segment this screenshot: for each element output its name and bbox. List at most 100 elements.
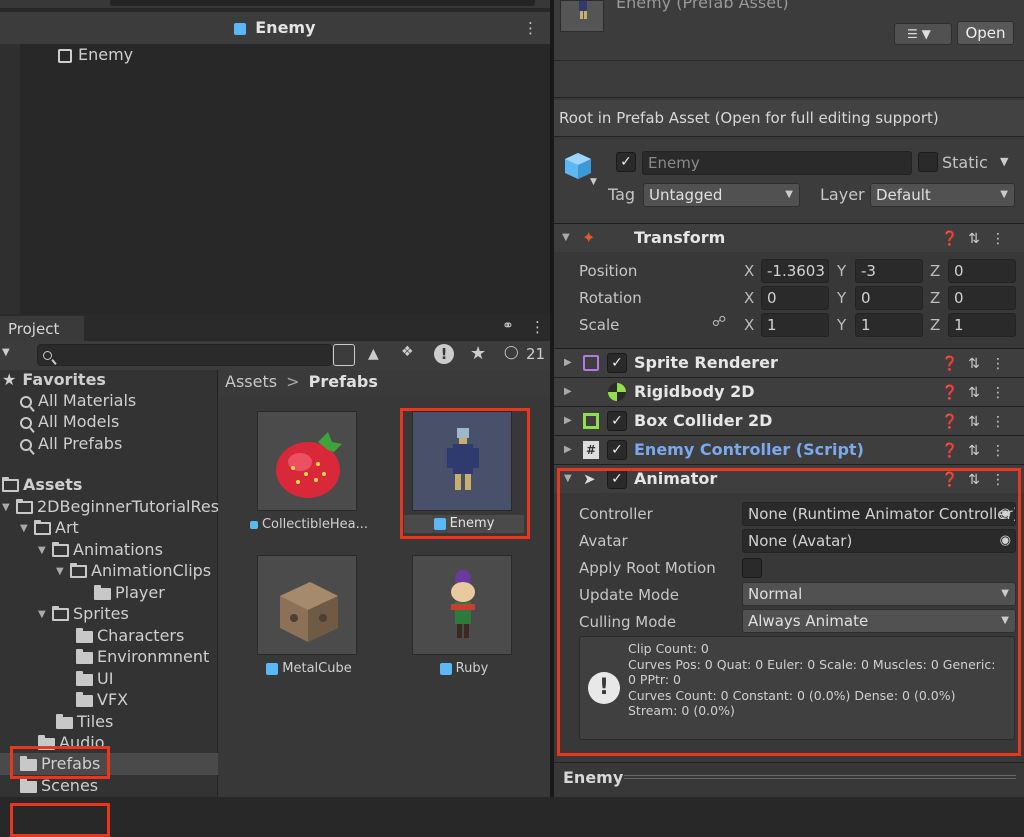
box-collider-header[interactable]: ▶ ✓ Box Collider 2D ❓ ⇅ ⋮ — [554, 406, 1024, 435]
component-menu-icon[interactable]: ⋮ — [986, 466, 1010, 494]
tree-item[interactable]: Characters — [76, 626, 184, 645]
component-menu-icon[interactable]: ⋮ — [986, 408, 1010, 436]
favorite-item[interactable]: All Prefabs — [20, 434, 122, 453]
controller-field[interactable]: None (Runtime Animator Controller) ◉ — [742, 502, 1016, 526]
breadcrumb-current: Prefabs — [308, 372, 378, 391]
object-picker-icon[interactable]: ◉ — [1000, 503, 1011, 525]
scale-z[interactable]: 1 — [948, 313, 1016, 337]
tree-item[interactable]: Player — [94, 583, 165, 602]
position-z[interactable]: 0 — [948, 259, 1016, 283]
name-field[interactable]: Enemy — [642, 151, 912, 175]
tree-item[interactable]: ▼2DBeginnerTutorialResources — [2, 497, 218, 516]
tree-item[interactable]: ▼ AnimationClips — [56, 561, 211, 580]
box-collider-checkbox[interactable]: ✓ — [607, 411, 627, 431]
asset-item[interactable]: MetalCube — [249, 555, 369, 680]
preset-icon[interactable]: ⇅ — [962, 225, 986, 253]
component-menu-icon[interactable]: ⋮ — [986, 437, 1010, 465]
folder-icon — [76, 691, 93, 707]
active-checkbox[interactable]: ✓ — [616, 152, 636, 172]
open-button[interactable]: Open — [957, 21, 1014, 45]
tree-item[interactable]: Scenes — [20, 776, 98, 795]
tree-item[interactable]: UI — [76, 669, 113, 688]
rotation-y[interactable]: 0 — [855, 286, 923, 310]
transform-header[interactable]: ▼ ✦ Transform ❓ ⇅ ⋮ — [554, 223, 1024, 252]
animator-header[interactable]: ▼ ➤ ✓ Animator ❓ ⇅ ⋮ — [554, 464, 1024, 493]
component-menu-icon[interactable]: ⋮ — [986, 379, 1010, 407]
help-icon[interactable]: ❓ — [938, 466, 962, 494]
tree-item[interactable]: Environmnent — [76, 647, 209, 666]
tag-dropdown[interactable]: Untagged — [643, 183, 800, 207]
folder-icon — [76, 670, 93, 686]
tree-item-assets[interactable]: Assets — [2, 475, 82, 494]
static-dropdown-icon[interactable]: ▼ — [1000, 155, 1008, 168]
hidden-packages-icon[interactable]: ◯ — [504, 345, 519, 360]
avatar-field[interactable]: None (Avatar) ◉ — [742, 529, 1016, 553]
asset-item[interactable]: Ruby — [404, 555, 524, 680]
sprite-renderer-header[interactable]: ▶ ✓ Sprite Renderer ❓ ⇅ ⋮ — [554, 348, 1024, 377]
rotation-z[interactable]: 0 — [948, 286, 1016, 310]
filter-by-type-icon[interactable]: ▲ — [368, 346, 379, 362]
favorite-star-icon[interactable]: ★ — [470, 343, 486, 364]
preset-icon[interactable]: ⇅ — [962, 437, 986, 465]
enemy-controller-header[interactable]: ▶ # ✓ Enemy Controller (Script) ❓ ⇅ ⋮ — [554, 435, 1024, 464]
favorites-header[interactable]: ★ Favorites — [2, 370, 106, 389]
enemy-controller-title[interactable]: Enemy Controller (Script) — [634, 436, 864, 464]
object-picker-icon[interactable]: ◉ — [1000, 530, 1011, 552]
animator-body: Controller None (Runtime Animator Contro… — [554, 493, 1024, 756]
enemy-controller-checkbox[interactable]: ✓ — [607, 440, 627, 460]
animator-checkbox[interactable]: ✓ — [607, 469, 627, 489]
folder-icon — [76, 627, 93, 643]
scene-menu-icon[interactable]: ⋮ — [523, 12, 538, 44]
static-checkbox[interactable] — [918, 152, 938, 172]
component-menu-icon[interactable]: ⋮ — [986, 350, 1010, 378]
apply-root-motion-checkbox[interactable] — [742, 558, 762, 578]
breadcrumb-root[interactable]: Assets — [225, 372, 277, 391]
tab-menu-icon[interactable]: ⋮ — [530, 318, 545, 336]
search-input[interactable] — [37, 344, 332, 366]
update-mode-dropdown[interactable]: Normal — [742, 582, 1016, 606]
scale-x[interactable]: 1 — [761, 313, 829, 337]
asset-item[interactable]: CollectibleHea... — [249, 411, 369, 536]
preset-icon[interactable]: ⇅ — [962, 379, 986, 407]
rigidbody-header[interactable]: ▶ Rigidbody 2D ❓ ⇅ ⋮ — [554, 377, 1024, 406]
tree-item[interactable]: ▼ Sprites — [38, 604, 129, 623]
tree-item[interactable]: ▼ Animations — [38, 540, 163, 559]
search-by-type-icon[interactable] — [333, 344, 355, 366]
tree-item[interactable]: VFX — [76, 690, 128, 709]
create-dropdown-icon[interactable]: ▼ — [2, 347, 10, 358]
asset-item-selected[interactable]: Enemy — [404, 411, 524, 536]
project-panel: Project ⚭ ⋮ ▼ ▲ ❖ ! ★ ◯ 21 ★ Favorites Al… — [0, 314, 550, 837]
component-menu-icon[interactable]: ⋮ — [986, 225, 1010, 253]
layer-dropdown[interactable]: Default — [870, 183, 1015, 207]
help-icon[interactable]: ❓ — [938, 437, 962, 465]
help-icon[interactable]: ❓ — [938, 408, 962, 436]
tree-item[interactable]: Tiles — [56, 712, 113, 731]
filter-warning-icon[interactable]: ! — [434, 344, 454, 364]
tree-item-prefabs[interactable]: Prefabs — [20, 754, 100, 773]
hierarchy-item[interactable]: Enemy — [58, 45, 133, 64]
rotation-x[interactable]: 0 — [761, 286, 829, 310]
favorite-item[interactable]: All Models — [20, 412, 119, 431]
culling-mode-dropdown[interactable]: Always Animate — [742, 609, 1016, 633]
position-x[interactable]: -1.3603 — [761, 259, 829, 283]
scale-y[interactable]: 1 — [855, 313, 923, 337]
folder-open-icon — [70, 563, 87, 578]
preset-icon[interactable]: ⇅ — [962, 350, 986, 378]
help-icon[interactable]: ❓ — [938, 379, 962, 407]
preset-icon[interactable]: ⇅ — [962, 408, 986, 436]
favorite-item[interactable]: All Materials — [20, 391, 136, 410]
help-icon[interactable]: ❓ — [938, 225, 962, 253]
folder-tree: ★ Favorites All Materials All Models All … — [0, 370, 218, 837]
help-icon[interactable]: ❓ — [938, 350, 962, 378]
tree-item[interactable]: ▼ Art — [20, 518, 79, 537]
link-scale-icon[interactable]: ☍ — [712, 314, 726, 330]
tab-project[interactable]: Project — [0, 316, 84, 342]
position-y[interactable]: -3 — [855, 259, 923, 283]
preset-icon[interactable]: ⇅ — [962, 466, 986, 494]
settings-dropdown[interactable]: ☰ ▼ — [894, 23, 952, 45]
tree-item[interactable]: Audio — [38, 733, 104, 752]
filter-by-label-icon[interactable]: ❖ — [401, 344, 414, 360]
sprite-renderer-checkbox[interactable]: ✓ — [607, 353, 627, 373]
info-exclamation-icon: ! — [588, 672, 620, 704]
lock-icon[interactable]: ⚭ — [502, 318, 514, 334]
